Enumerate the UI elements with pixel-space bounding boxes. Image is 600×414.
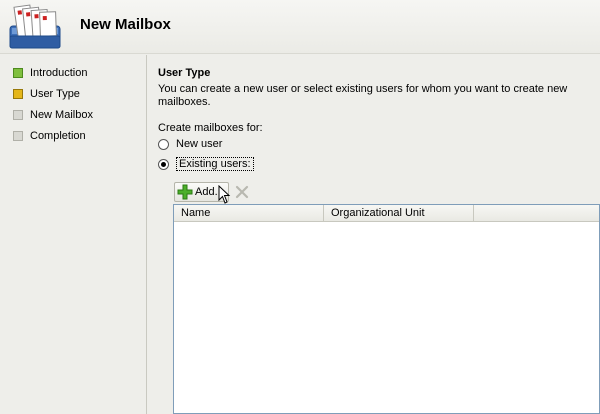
radio-new-user[interactable]: New user: [158, 137, 222, 151]
nav-item-label: User Type: [30, 88, 80, 100]
nav-item-label: New Mailbox: [30, 109, 93, 121]
nav-item-label: Completion: [30, 130, 86, 142]
wizard-header: New Mailbox: [0, 0, 600, 54]
section-title: User Type: [158, 67, 211, 79]
create-mailboxes-label: Create mailboxes for:: [158, 122, 263, 134]
column-header-empty: [474, 205, 599, 222]
users-toolbar: Add...: [174, 182, 249, 202]
step-pending-icon: [13, 110, 23, 120]
wizard-steps-nav: Introduction User Type New Mailbox Compl…: [0, 55, 146, 414]
step-current-icon: [13, 89, 23, 99]
radio-label: Existing users:: [176, 157, 254, 171]
main-panel: User Type You can create a new user or s…: [147, 55, 600, 414]
radio-button[interactable]: [158, 138, 169, 150]
table-header: Name Organizational Unit: [174, 205, 599, 222]
column-header-name[interactable]: Name: [174, 205, 324, 222]
nav-item-introduction[interactable]: Introduction: [13, 65, 87, 81]
column-header-organizational-unit[interactable]: Organizational Unit: [324, 205, 474, 222]
mouse-cursor-icon: [218, 185, 231, 204]
remove-icon[interactable]: [235, 185, 249, 199]
mailbox-icon: [9, 4, 61, 49]
existing-users-table[interactable]: Name Organizational Unit: [173, 204, 600, 414]
step-pending-icon: [13, 131, 23, 141]
page-title: New Mailbox: [80, 16, 171, 33]
section-description: You can create a new user or select exis…: [158, 83, 568, 108]
step-complete-icon: [13, 68, 23, 78]
nav-item-label: Introduction: [30, 67, 88, 79]
nav-item-user-type[interactable]: User Type: [13, 86, 80, 102]
nav-item-completion[interactable]: Completion: [13, 128, 86, 144]
radio-existing-users[interactable]: Existing users:: [158, 157, 254, 171]
radio-button-selected[interactable]: [158, 158, 169, 170]
radio-label: New user: [176, 138, 223, 150]
nav-item-new-mailbox[interactable]: New Mailbox: [13, 107, 93, 123]
plus-icon: [177, 184, 193, 200]
